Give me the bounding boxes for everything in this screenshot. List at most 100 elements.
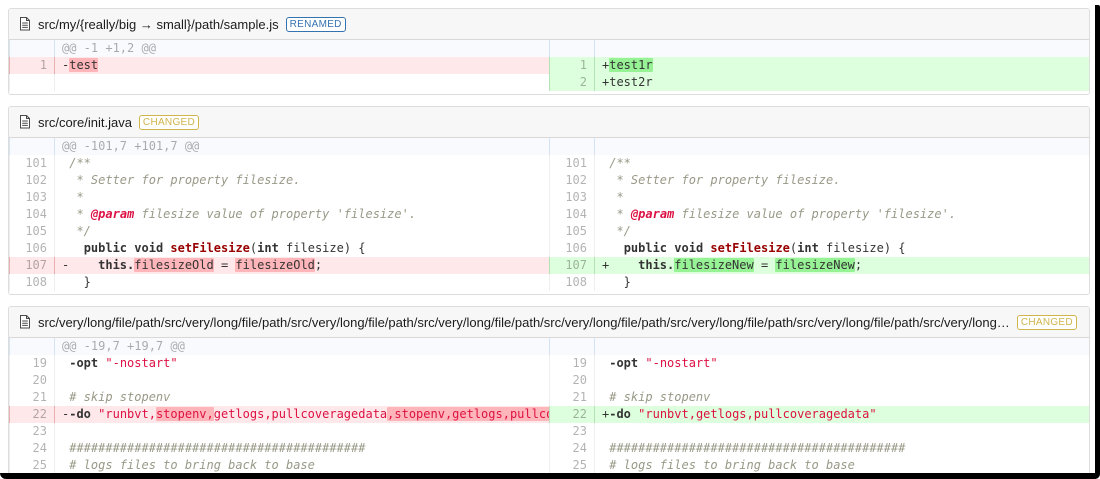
file-status-badge: CHANGED	[1016, 314, 1077, 330]
file-name: src/core/init.java	[38, 114, 132, 130]
code-segment: *	[609, 190, 624, 204]
code-segment: -do	[609, 407, 631, 421]
word-diff-highlight: test	[69, 58, 99, 72]
code-segment: "-nostart"	[645, 356, 718, 370]
line-number: 103	[9, 189, 55, 206]
line-number: 21	[549, 389, 595, 406]
word-diff-highlight: filesizeOld	[235, 258, 315, 272]
hunk-linenumber-cell	[549, 40, 595, 57]
window-bottom-edge	[0, 473, 1100, 479]
file-panel: src/very/long/file/path/src/very/long/fi…	[8, 306, 1090, 478]
code-segment: */	[69, 224, 91, 238]
code-line: */	[55, 223, 549, 240]
code-segment: filesize) {	[278, 241, 366, 255]
code-line: * @param filesize value of property 'fil…	[595, 206, 1089, 223]
code-line: # logs files to bring back to base	[55, 457, 549, 474]
word-diff-highlight: ,stopenv,getlogs,pullcoveragedata"	[387, 407, 549, 421]
code-segment: */	[609, 224, 631, 238]
code-line: */	[595, 223, 1089, 240]
code-segment: int	[797, 241, 819, 255]
file-name: src/very/long/file/path/src/very/long/fi…	[38, 314, 1010, 330]
word-diff-highlight: stopenv,	[155, 407, 214, 421]
line-number	[9, 74, 55, 91]
line-number: 106	[9, 240, 55, 257]
code-segment: *	[69, 207, 91, 221]
line-number: 2	[549, 74, 595, 91]
file-panel: src/core/init.java CHANGED @@ -101,7 +101,…	[8, 106, 1090, 295]
code-segment: void	[134, 241, 164, 255]
line-number: 24	[9, 440, 55, 457]
code-segment: "-nostart"	[105, 356, 178, 370]
code-line: -opt "-nostart"	[55, 355, 549, 372]
code-line: # skip stopenv	[595, 389, 1089, 406]
diff-table: @@ -101,7 +101,7 @@ 101 /** 101 /** 102 * S…	[9, 138, 1089, 294]
line-number: 21	[9, 389, 55, 406]
line-number: 106	[549, 240, 595, 257]
file-header: src/very/long/file/path/src/very/long/fi…	[9, 307, 1089, 338]
code-segment: /**	[609, 156, 631, 170]
code-segment: ########################################…	[609, 441, 906, 455]
code-segment: # skip stopenv	[69, 390, 171, 404]
code-segment: public	[623, 241, 668, 255]
code-line: -test	[55, 57, 549, 74]
file-icon	[19, 115, 31, 129]
file-status-badge: RENAMED	[285, 16, 346, 32]
line-number: 104	[9, 206, 55, 223]
file-header: src/core/init.java CHANGED	[9, 107, 1089, 138]
code-segment: getlogs,pullcoveragedata	[213, 407, 388, 421]
line-number: 22	[549, 406, 595, 423]
code-line: ########################################…	[55, 440, 549, 457]
code-segment: -opt	[69, 356, 99, 370]
code-line: + this.filesizeNew = filesizeNew;	[595, 257, 1089, 274]
code-line: /**	[595, 155, 1089, 172]
code-line: ########################################…	[595, 440, 1089, 457]
code-segment: setFilesize	[710, 241, 790, 255]
code-line	[55, 74, 549, 91]
line-number: 105	[9, 223, 55, 240]
code-segment: int	[257, 241, 279, 255]
code-segment: filesize value of property 'filesize'.	[674, 207, 957, 221]
word-diff-highlight: filesizeNew	[775, 258, 855, 272]
word-diff-highlight: filesizeNew	[674, 258, 754, 272]
code-line: }	[595, 274, 1089, 291]
code-line: public void setFilesize(int filesize) {	[595, 240, 1089, 257]
code-segment: ;	[854, 258, 863, 272]
line-number: 22	[9, 406, 55, 423]
code-line: * Setter for property filesize.	[55, 172, 549, 189]
diff-viewer: src/my/{really/big → small}/path/sample.…	[0, 0, 1100, 478]
code-segment: # logs files to bring back to base	[609, 458, 855, 472]
word-diff-highlight: test1r	[609, 58, 653, 72]
code-line: # skip stopenv	[55, 389, 549, 406]
code-segment: =	[753, 258, 776, 272]
line-number: 107	[549, 257, 595, 274]
code-line: public void setFilesize(int filesize) {	[55, 240, 549, 257]
line-number: 103	[549, 189, 595, 206]
code-segment: this.	[638, 258, 675, 272]
line-number: 102	[9, 172, 55, 189]
code-line: +-do "runbvt,getlogs,pullcoveragedata"	[595, 406, 1089, 423]
code-line: /**	[55, 155, 549, 172]
code-line: -opt "-nostart"	[595, 355, 1089, 372]
code-line: # logs files to bring back to base	[595, 457, 1089, 474]
line-number: 19	[9, 355, 55, 372]
code-segment: * Setter for property filesize.	[609, 173, 841, 187]
code-segment: ;	[314, 258, 323, 272]
code-segment: public	[83, 241, 128, 255]
line-number: 23	[9, 423, 55, 440]
code-segment: "runbvt,	[98, 407, 156, 421]
line-number: 104	[549, 206, 595, 223]
file-icon	[19, 17, 31, 31]
line-number: 108	[549, 274, 595, 291]
file-panel: src/my/{really/big → small}/path/sample.…	[8, 8, 1090, 95]
code-segment: @param	[90, 207, 135, 221]
code-line: *	[55, 189, 549, 206]
code-segment: void	[674, 241, 704, 255]
line-number: 24	[549, 440, 595, 457]
code-segment: "runbvt,getlogs,pullcoveragedata"	[638, 407, 877, 421]
code-segment: ########################################…	[69, 441, 366, 455]
line-number: 105	[549, 223, 595, 240]
line-number: 101	[9, 155, 55, 172]
